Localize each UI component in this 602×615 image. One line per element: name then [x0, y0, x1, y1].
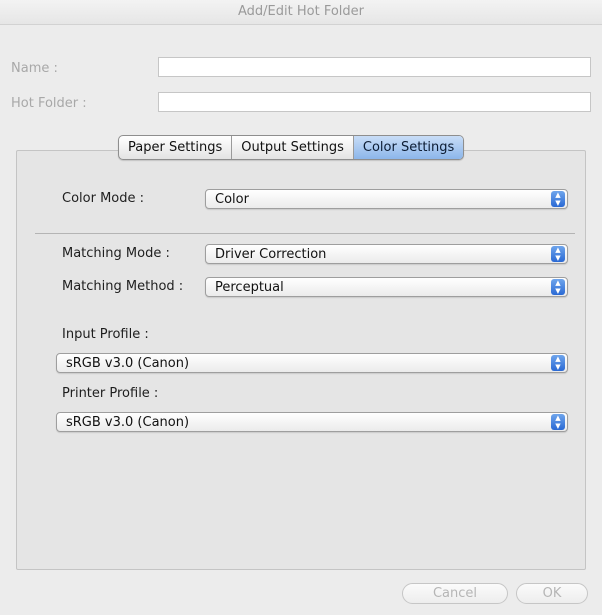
- popup-arrows-icon: ▲ ▼: [551, 246, 565, 262]
- hot-folder-label: Hot Folder :: [11, 96, 87, 111]
- matching-mode-value: Driver Correction: [215, 247, 327, 262]
- settings-tabs: Paper Settings Output Settings Color Set…: [118, 135, 465, 160]
- matching-method-value: Perceptual: [215, 280, 284, 295]
- cancel-button[interactable]: Cancel: [402, 583, 508, 604]
- printer-profile-select[interactable]: sRGB v3.0 (Canon) ▲ ▼: [56, 412, 568, 432]
- input-profile-select[interactable]: sRGB v3.0 (Canon) ▲ ▼: [56, 353, 568, 373]
- tab-output-settings[interactable]: Output Settings: [231, 136, 353, 159]
- matching-method-select[interactable]: Perceptual ▲ ▼: [205, 277, 568, 297]
- input-profile-value: sRGB v3.0 (Canon): [66, 356, 190, 371]
- ok-button[interactable]: OK: [516, 583, 588, 604]
- name-label: Name :: [11, 61, 58, 76]
- popup-arrows-icon: ▲ ▼: [551, 191, 565, 207]
- color-mode-value: Color: [215, 192, 249, 207]
- printer-profile-label: Printer Profile :: [62, 386, 159, 401]
- printer-profile-value: sRGB v3.0 (Canon): [66, 415, 190, 430]
- tab-color-settings[interactable]: Color Settings: [352, 136, 464, 159]
- tab-paper-settings[interactable]: Paper Settings: [119, 136, 231, 159]
- matching-mode-label: Matching Mode :: [62, 246, 170, 261]
- color-mode-select[interactable]: Color ▲ ▼: [205, 189, 568, 209]
- hot-folder-field[interactable]: [158, 92, 591, 112]
- name-field[interactable]: [158, 57, 591, 77]
- popup-arrows-icon: ▲ ▼: [551, 279, 565, 295]
- matching-method-label: Matching Method :: [62, 279, 184, 294]
- window-title: Add/Edit Hot Folder: [0, 0, 602, 25]
- input-profile-label: Input Profile :: [62, 327, 149, 342]
- popup-arrows-icon: ▲ ▼: [551, 355, 565, 371]
- color-mode-label: Color Mode :: [62, 191, 145, 206]
- matching-mode-select[interactable]: Driver Correction ▲ ▼: [205, 244, 568, 264]
- section-divider: [35, 233, 575, 234]
- popup-arrows-icon: ▲ ▼: [551, 414, 565, 430]
